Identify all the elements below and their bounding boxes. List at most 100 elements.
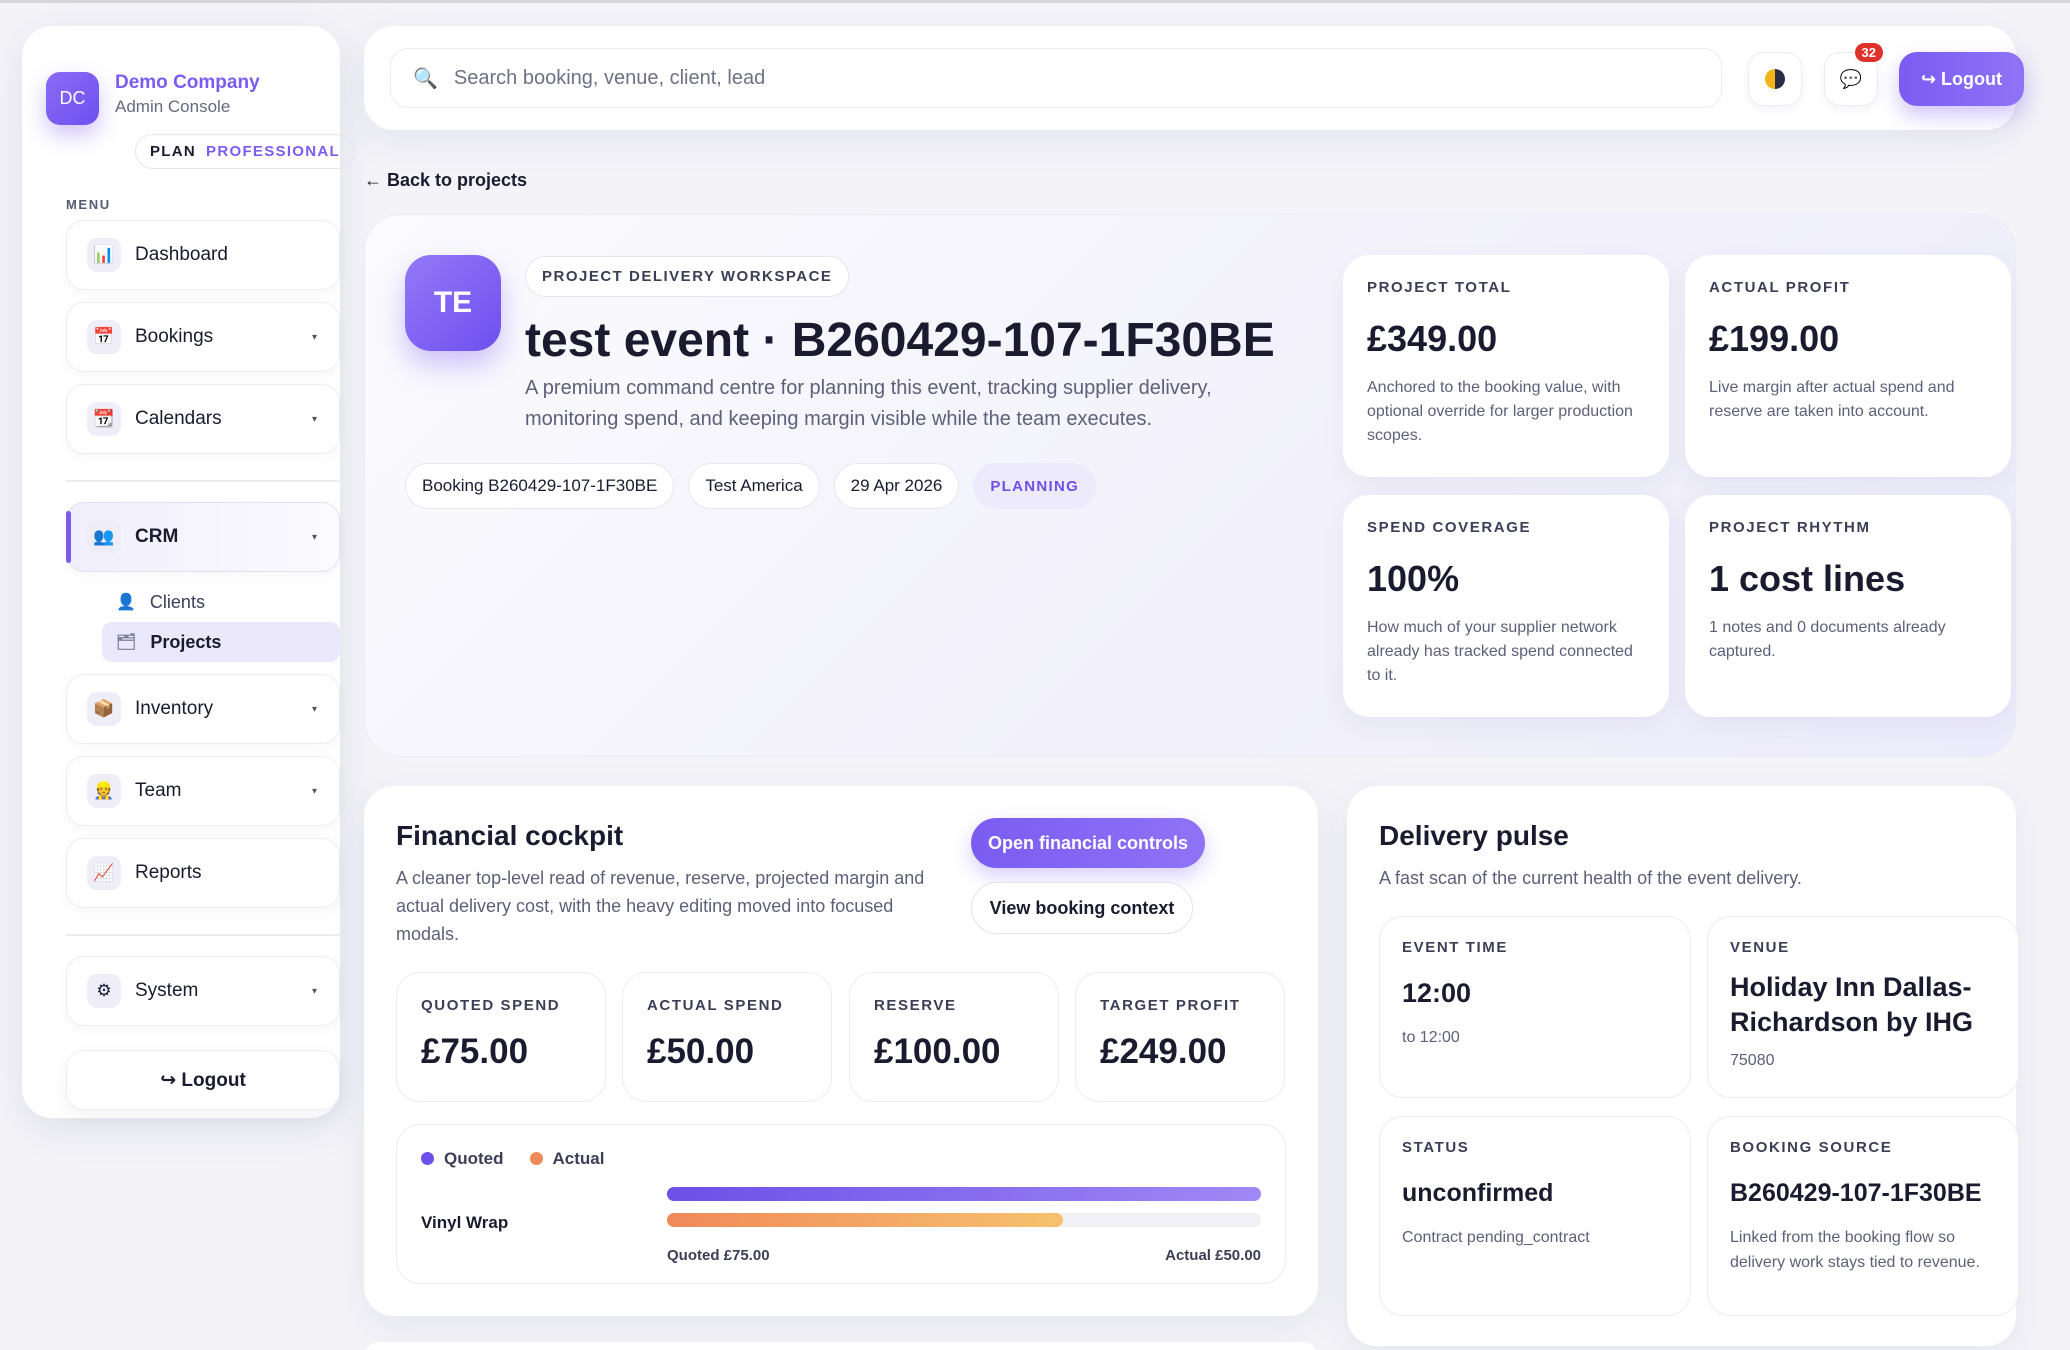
metric-label: QUOTED SPEND (421, 997, 561, 1014)
metric-value: £100.00 (874, 1032, 1001, 1071)
package-icon: 📦 (87, 692, 121, 726)
chevron-down-icon: ▾ (311, 413, 317, 425)
chart-icon: 📊 (87, 238, 121, 272)
plan-value: PROFESSIONAL (206, 143, 340, 160)
legend-dot-actual (529, 1152, 543, 1165)
worker-icon: 👷 (87, 774, 121, 808)
hero-description: A premium command centre for planning th… (525, 377, 1212, 430)
messages-button[interactable]: 💬 32 (1824, 43, 1883, 106)
page-title: test event · B260429-107-1F30BE (525, 314, 1275, 367)
card-description: 75080 (1730, 1052, 1775, 1069)
delivery-card-status: STATUS unconfirmed Contract pending_cont… (1379, 1116, 1691, 1316)
metric-reserve: RESERVE £100.00 (849, 972, 1059, 1102)
metric-label: TARGET PROFIT (1100, 997, 1241, 1014)
project-avatar: TE (405, 255, 501, 351)
metric-value: £249.00 (1100, 1032, 1227, 1071)
view-booking-context-button[interactable]: View booking context (971, 882, 1193, 934)
metric-label: ACTUAL SPEND (647, 997, 784, 1014)
hero-chips: Booking B260429-107-1F30BE Test America … (405, 463, 1097, 509)
brand-subtitle: Admin Console (115, 97, 231, 116)
sidebar-item-label: Inventory (135, 698, 214, 719)
sidebar-item-label: CRM (135, 526, 179, 547)
actual-caption: Actual £50.00 (1165, 1247, 1261, 1264)
trend-icon: 📈 (87, 856, 121, 890)
sidebar-subitem-projects[interactable]: 🗂 Projects (102, 622, 340, 662)
card-value: B260429-107-1F30BE (1730, 1179, 1982, 1207)
back-to-projects-link[interactable]: ← Back to projects (364, 170, 527, 191)
theme-icon (1765, 69, 1785, 89)
sidebar-item-system[interactable]: ⚙ System ▾ (66, 956, 340, 1026)
brand: DC Demo Company Admin Console (44, 48, 318, 125)
actual-bar (667, 1213, 1064, 1227)
delivery-card-booking-source: BOOKING SOURCE B260429-107-1F30BE Linked… (1707, 1116, 2019, 1316)
section-title: Delivery pulse (1379, 820, 1569, 851)
legend-label: Actual (552, 1149, 605, 1168)
sidebar-item-label: Dashboard (135, 244, 228, 265)
card-value: 12:00 (1402, 978, 1472, 1008)
metric-value: £50.00 (647, 1032, 755, 1071)
financial-cockpit: Financial cockpit A cleaner top-level re… (364, 786, 1318, 1316)
stat-value: £349.00 (1367, 318, 1498, 359)
quoted-bar-track (667, 1187, 1261, 1201)
sidebar-item-label: Reports (135, 862, 202, 883)
sidebar-item-dashboard[interactable]: 📊 Dashboard (66, 220, 340, 290)
sidebar-item-reports[interactable]: 📈 Reports (66, 838, 340, 908)
delivery-card-event-time: EVENT TIME 12:00 to 12:00 (1379, 916, 1691, 1098)
sidebar-item-calendars[interactable]: 📆 Calendars ▾ (66, 384, 340, 454)
metric-actual-spend: ACTUAL SPEND £50.00 (622, 972, 832, 1102)
stat-label: ACTUAL PROFIT (1709, 279, 1851, 296)
sidebar-item-label: Calendars (135, 408, 222, 429)
stat-value: 1 cost lines (1709, 558, 1906, 599)
stat-label: SPEND COVERAGE (1367, 519, 1532, 536)
plan-label: PLAN (150, 143, 197, 160)
stat-card-spend-coverage: SPEND COVERAGE 100% How much of your sup… (1343, 495, 1669, 717)
chevron-down-icon: ▾ (311, 531, 317, 543)
people-icon: 👥 (87, 520, 121, 554)
sidebar-item-bookings[interactable]: 📅 Bookings ▾ (66, 302, 340, 372)
theme-toggle-button[interactable] (1748, 52, 1802, 106)
divider (66, 480, 340, 482)
legend-label: Quoted (444, 1149, 504, 1168)
divider (66, 934, 340, 936)
gear-icon: ⚙ (87, 974, 121, 1008)
chevron-down-icon: ▾ (311, 331, 317, 343)
delivery-card-venue: VENUE Holiday Inn Dallas-Richardson by I… (1707, 916, 2019, 1098)
next-section-edge (364, 1342, 1318, 1350)
logout-button[interactable]: ↪ Logout (1899, 52, 2024, 106)
date-chip: 29 Apr 2026 (833, 463, 960, 509)
chevron-down-icon: ▾ (311, 703, 317, 715)
actual-bar-track (667, 1213, 1261, 1227)
search-input[interactable]: 🔍 Search booking, venue, client, lead (390, 48, 1722, 108)
sidebar-logout-button[interactable]: ↪ Logout (66, 1050, 340, 1110)
stat-label: PROJECT TOTAL (1367, 279, 1512, 296)
metric-quoted-spend: QUOTED SPEND £75.00 (396, 972, 606, 1102)
card-label: STATUS (1402, 1139, 1470, 1156)
sidebar-item-team[interactable]: 👷 Team ▾ (66, 756, 340, 826)
open-financial-controls-button[interactable]: Open financial controls (971, 818, 1205, 868)
card-value: unconfirmed (1402, 1179, 1554, 1207)
legend-actual: Actual (529, 1149, 605, 1169)
crm-submenu: 👤 Clients 🗂 Projects (66, 582, 340, 662)
sidebar-item-crm[interactable]: 👥 CRM ▾ (66, 502, 340, 572)
stat-description: How much of your supplier network alread… (1367, 619, 1633, 684)
card-label: BOOKING SOURCE (1730, 1139, 1893, 1156)
user-icon: 👤 (116, 594, 136, 611)
brand-name: Demo Company (115, 72, 260, 93)
metric-label: RESERVE (874, 997, 957, 1014)
sidebar: DC Demo Company Admin Console PLAN PROFE… (22, 26, 355, 1118)
search-icon: 🔍 (413, 67, 438, 90)
booking-chip: Booking B260429-107-1F30BE (405, 463, 675, 509)
search-placeholder: Search booking, venue, client, lead (453, 66, 766, 89)
sidebar-item-inventory[interactable]: 📦 Inventory ▾ (66, 674, 340, 744)
sidebar-subitem-label: Projects (150, 631, 222, 652)
sidebar-item-label: Bookings (135, 326, 214, 347)
stat-value: 100% (1367, 558, 1460, 599)
sidebar-item-label: System (135, 980, 199, 1001)
sidebar-item-label: Team (135, 780, 182, 801)
sidebar-subitem-clients[interactable]: 👤 Clients (102, 582, 340, 622)
quoted-caption: Quoted £75.00 (667, 1247, 770, 1264)
legend-dot-quoted (421, 1152, 434, 1165)
legend: Quoted Actual (421, 1149, 604, 1169)
card-description: Linked from the booking flow so delivery… (1730, 1229, 1980, 1271)
stat-description: 1 notes and 0 documents already captured… (1709, 619, 1946, 660)
